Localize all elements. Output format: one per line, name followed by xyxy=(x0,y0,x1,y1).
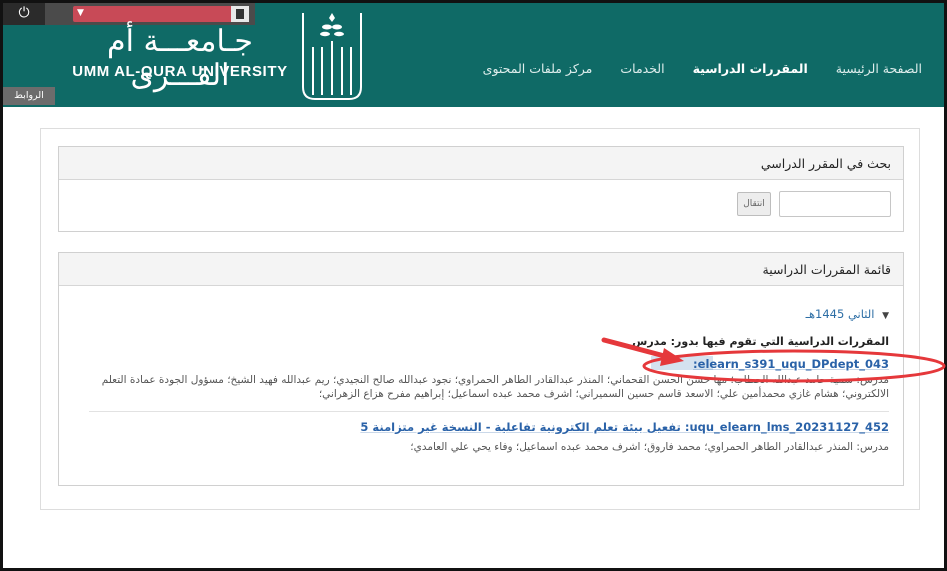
nav-services[interactable]: الخدمات xyxy=(620,61,664,76)
panel-title: بحث في المقرر الدراسي xyxy=(59,147,903,180)
triangle-down-icon: ▼ xyxy=(882,311,889,321)
search-row: انتقال xyxy=(737,191,891,217)
divider xyxy=(89,411,889,412)
main-nav: الصفحة الرئيسية المقررات الدراسية الخدما… xyxy=(483,61,922,76)
course-link[interactable]: uqu_elearn_lms_20231127_452: تفعيل بيئة … xyxy=(360,420,889,434)
user-menu[interactable]: ▼ xyxy=(73,6,249,22)
nav-content-center[interactable]: مركز ملفات المحتوى xyxy=(483,61,593,76)
panel-title: قائمة المقررات الدراسية xyxy=(59,253,903,286)
course-instructors: مدرس: سمية حامد عبدالله الحطاب؛ مها حسن … xyxy=(101,374,889,400)
term-label: الثاني 1445هـ xyxy=(805,307,875,321)
course-instructors: مدرس: المنذر عبدالقادر الطاهر الحمراوي؛ … xyxy=(410,441,889,453)
course-list-panel: قائمة المقررات الدراسية ▼ الثاني 1445هـ … xyxy=(58,252,904,486)
role-heading: المقررات الدراسية التي تقوم فيها بدور: م… xyxy=(632,335,889,348)
site-header: ⏻ ▼ جـامعـــة أم القـــرى UMM AL-QURA UN… xyxy=(3,3,944,107)
term-toggle[interactable]: ▼ الثاني 1445هـ xyxy=(806,307,889,321)
university-logo-icon xyxy=(297,7,367,105)
utility-bar: ⏻ ▼ xyxy=(3,3,255,25)
links-tab[interactable]: الروابط xyxy=(3,87,55,105)
brand-english: UMM AL-QURA UNIVERSITY xyxy=(72,63,288,80)
course-search-panel: بحث في المقرر الدراسي انتقال xyxy=(58,146,904,232)
power-icon[interactable]: ⏻ xyxy=(3,3,45,25)
nav-home[interactable]: الصفحة الرئيسية xyxy=(836,61,922,76)
chevron-down-icon: ▼ xyxy=(77,8,84,18)
nav-courses[interactable]: المقررات الدراسية xyxy=(693,61,808,76)
course-search-input[interactable] xyxy=(779,191,891,217)
course-link[interactable]: elearn_s391_uqu_DPdept_043: xyxy=(693,357,889,371)
avatar-icon xyxy=(231,6,249,22)
brand-arabic: جـامعـــة أم القـــرى xyxy=(107,24,253,93)
go-button[interactable]: انتقال xyxy=(737,192,771,216)
